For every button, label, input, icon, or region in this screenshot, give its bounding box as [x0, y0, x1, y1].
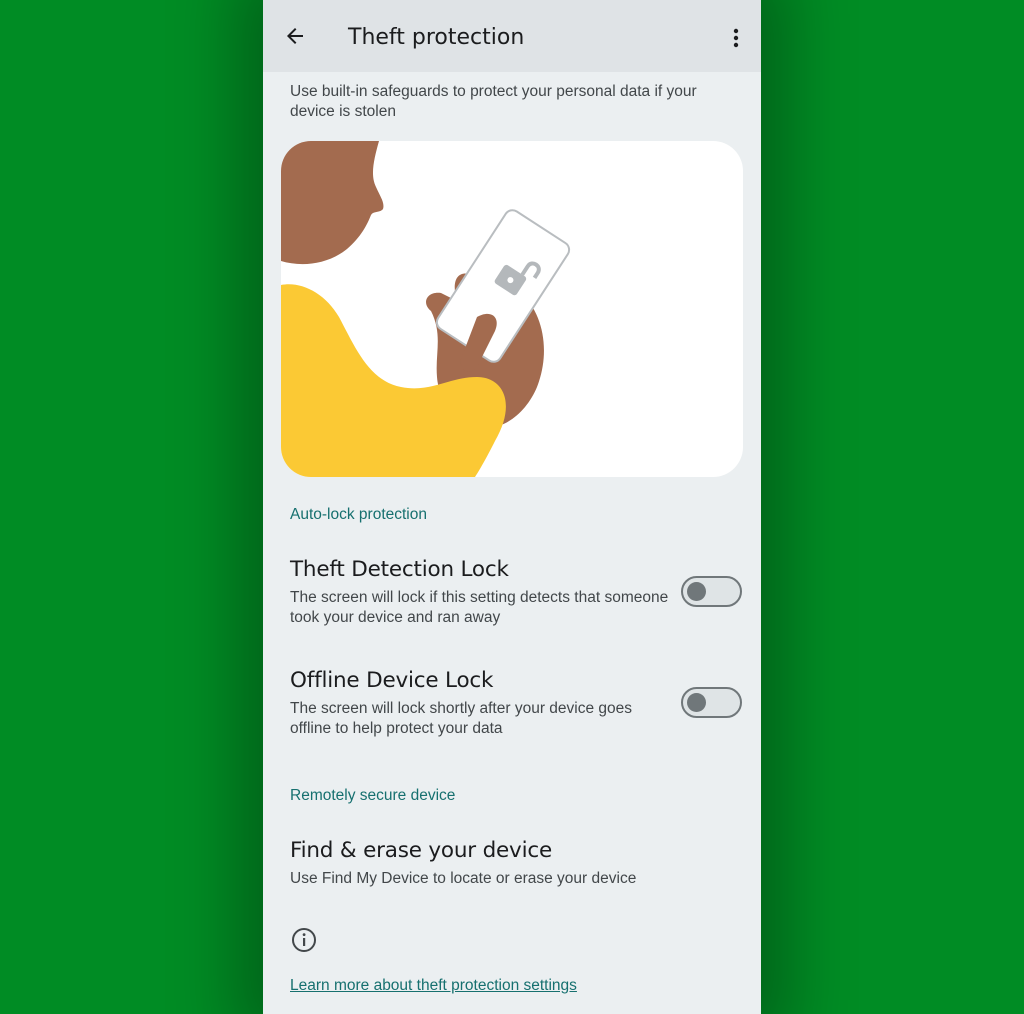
- find-erase-device-subtitle: Use Find My Device to locate or erase yo…: [290, 870, 637, 887]
- theft-detection-lock-title: Theft Detection Lock: [290, 557, 509, 582]
- section-header-remote-secure: Remotely secure device: [290, 787, 456, 804]
- find-erase-device-title: Find & erase your device: [290, 838, 552, 863]
- offline-device-lock-toggle[interactable]: [681, 687, 742, 718]
- phone-screen: Theft protection Use built-in safeguards…: [263, 0, 761, 1014]
- more-options-button[interactable]: [719, 20, 753, 56]
- offline-device-lock-title: Offline Device Lock: [290, 668, 494, 693]
- more-vert-icon: [733, 28, 739, 48]
- person-unlocking-phone-illustration: [281, 141, 743, 477]
- toggle-knob: [687, 693, 706, 712]
- theft-detection-lock-subtitle: The screen will lock if this setting det…: [290, 589, 669, 626]
- offline-device-lock-subtitle: The screen will lock shortly after your …: [290, 700, 633, 737]
- theft-detection-lock-toggle[interactable]: [681, 576, 742, 607]
- info-icon: [292, 928, 316, 952]
- top-app-bar: Theft protection: [263, 0, 761, 72]
- intro-text: Use built-in safeguards to protect your …: [290, 83, 697, 120]
- learn-more-link[interactable]: Learn more about theft protection settin…: [290, 977, 577, 995]
- toggle-knob: [687, 582, 706, 601]
- arrow-back-icon: [287, 28, 303, 44]
- head-shape: [281, 141, 384, 265]
- page-title: Theft protection: [348, 25, 525, 50]
- section-header-auto-lock: Auto-lock protection: [290, 506, 427, 523]
- back-button[interactable]: [277, 18, 313, 54]
